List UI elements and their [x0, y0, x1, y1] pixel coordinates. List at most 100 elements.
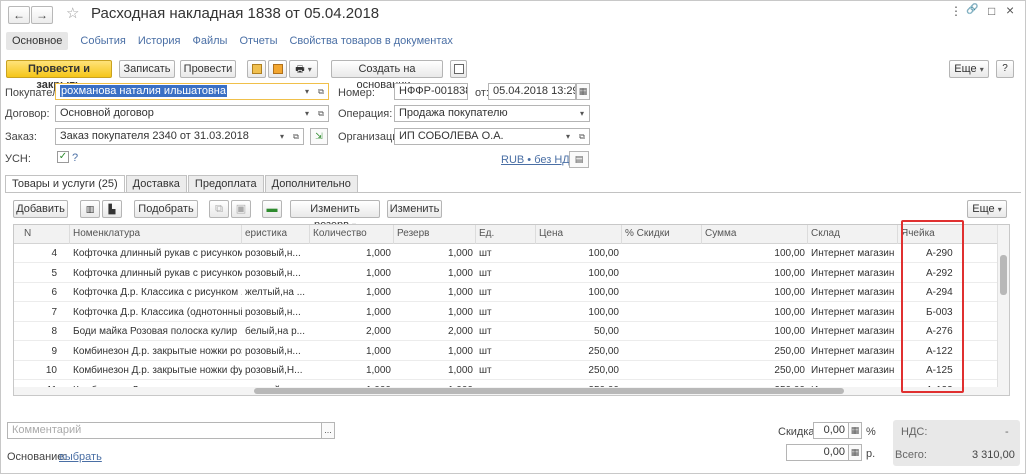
dropdown-icon[interactable]: ▾	[561, 129, 575, 144]
col-reserve[interactable]: Резерв	[394, 225, 476, 244]
usn-help-icon[interactable]: ?	[72, 152, 78, 164]
table-row[interactable]: 10 Комбинезон Д.р. закрытые ножки фу... ро…	[14, 361, 999, 380]
dropdown-icon[interactable]: ▾	[575, 106, 589, 121]
help-button[interactable]: ?	[996, 60, 1014, 78]
horizontal-scrollbar[interactable]	[14, 387, 999, 395]
cell-discount	[622, 342, 702, 361]
col-price[interactable]: Цена	[536, 225, 622, 244]
comment-expand-button[interactable]: ...	[321, 422, 335, 439]
arrow-left-icon: ←	[13, 8, 25, 22]
col-quantity[interactable]: Количество	[310, 225, 394, 244]
change-button[interactable]: Изменить	[387, 200, 442, 218]
more-button[interactable]: Еще ▾	[949, 60, 989, 78]
save-button[interactable]: Записать	[119, 60, 175, 78]
currency-settings-button[interactable]: ▤	[569, 151, 589, 168]
operation-field[interactable]: Продажа покупателю ▾	[394, 105, 590, 122]
open-icon[interactable]: ⧉	[289, 129, 303, 144]
cell-nomenclature: Кофточка длинный рукав с рисунком...	[73, 248, 242, 259]
tab-goods-services[interactable]: Товары и услуги (25)	[5, 175, 125, 193]
order-field[interactable]: Заказ покупателя 2340 от 31.03.2018 ▾ ⧉	[55, 128, 304, 145]
basis-link[interactable]: выбрать	[59, 451, 102, 463]
comment-field[interactable]: Комментарий	[7, 422, 323, 439]
cell-quantity: 2,000	[365, 326, 391, 337]
number-field[interactable]: НФФР-001838	[394, 83, 468, 100]
paste-rows-button[interactable]: ▣	[231, 200, 251, 218]
pick-button[interactable]: Подобрать	[134, 200, 198, 218]
close-icon[interactable]: ×	[1006, 2, 1014, 18]
mail-button[interactable]	[268, 60, 287, 78]
nav-history[interactable]: История	[138, 35, 181, 47]
open-icon[interactable]: ⧉	[314, 106, 328, 121]
tab-additional[interactable]: Дополнительно	[264, 175, 358, 192]
add-button[interactable]: Добавить	[13, 200, 68, 218]
open-icon[interactable]: ⧉	[314, 84, 328, 99]
discount-amount-field[interactable]: 0,00	[786, 444, 849, 461]
cell-nomenclature: Кофточка длинный рукав с рисунком...	[73, 267, 242, 279]
dropdown-icon[interactable]: ▾	[300, 106, 314, 121]
date-field[interactable]: 05.04.2018 13:29:25	[488, 83, 576, 100]
nav-events[interactable]: События	[80, 35, 125, 47]
cell-sum: 250,00	[774, 365, 805, 376]
dropdown-icon[interactable]: ▾	[275, 129, 289, 144]
table-row[interactable]: 7 Кофточка Д.р. Классика (однотонный... ро…	[14, 303, 999, 322]
discount-calc-button[interactable]: ▦	[848, 422, 862, 439]
nav-files[interactable]: Файлы	[193, 35, 228, 47]
currency-link[interactable]: RUB • без НДС	[501, 154, 578, 166]
col-discount[interactable]: % Скидки	[622, 225, 702, 244]
contract-field[interactable]: Основной договор ▾ ⧉	[55, 105, 329, 122]
post-button[interactable]: Провести	[180, 60, 236, 78]
nav-product-properties[interactable]: Свойства товаров в документах	[289, 35, 452, 47]
menu-icon[interactable]: ⋮	[950, 4, 962, 18]
cell-unit: шт	[479, 267, 492, 279]
col-characteristic[interactable]: еристика	[242, 225, 310, 244]
col-unit[interactable]: Ед.	[476, 225, 536, 244]
back-button[interactable]: ←	[8, 6, 30, 24]
printer-button[interactable]: 🖶 ▾	[289, 60, 318, 78]
tab-delivery[interactable]: Доставка	[125, 175, 187, 192]
number-label: Номер:	[338, 87, 375, 99]
load-button[interactable]: ▬	[262, 200, 282, 218]
cell-warehouse: Интернет магазин	[811, 345, 895, 357]
vertical-scrollbar[interactable]	[997, 225, 1009, 395]
forward-button[interactable]: →	[31, 6, 53, 24]
table-row[interactable]: 9 Комбинезон Д.р. закрытые ножки роз... ро…	[14, 342, 999, 361]
amount-calc-button[interactable]: ▦	[848, 444, 862, 461]
nav-reports[interactable]: Отчеты	[239, 35, 277, 47]
table-row[interactable]: 8 Боди майка Розовая полоска кулир белый,н…	[14, 322, 999, 341]
data-collection-button[interactable]: ▙	[102, 200, 122, 218]
scan-button[interactable]: ▥	[80, 200, 100, 218]
open-icon[interactable]: ⧉	[575, 129, 589, 144]
nav-main[interactable]: Основное	[6, 32, 69, 50]
cell-unit: шт	[479, 345, 492, 357]
table-row[interactable]: 6 Кофточка Д.р. Классика с рисунком ... же…	[14, 283, 999, 302]
calendar-button[interactable]: ▦	[576, 83, 590, 100]
maximize-icon[interactable]: □	[988, 4, 995, 18]
favorite-star-icon[interactable]: ☆	[66, 4, 79, 22]
dropdown-icon[interactable]: ▾	[300, 84, 314, 99]
col-sum[interactable]: Сумма	[702, 225, 808, 244]
horizontal-scroll-thumb[interactable]	[254, 388, 844, 394]
change-reserve-button[interactable]: Изменить резерв▾	[290, 200, 380, 231]
organization-field[interactable]: ИП СОБОЛЕВА О.А. ▾ ⧉	[394, 128, 590, 145]
tab-prepayment[interactable]: Предоплата	[187, 175, 264, 192]
fill-from-order-button[interactable]: ⇲	[310, 128, 328, 145]
buyer-field[interactable]: рохманова наталия ильшатовна ▾ ⧉	[55, 83, 329, 100]
usn-checkbox[interactable]: ✓	[57, 151, 69, 163]
goods-table[interactable]: N Номенклатура еристика Количество Резер…	[13, 224, 1010, 396]
discount-percent-field[interactable]: 0,00	[813, 422, 849, 439]
structure-button[interactable]	[450, 60, 467, 78]
vertical-scroll-thumb[interactable]	[1000, 255, 1007, 295]
create-based-on-button[interactable]: Создать на основании▾	[331, 60, 443, 91]
table-row[interactable]: 5 Кофточка длинный рукав с рисунком... роз…	[14, 264, 999, 283]
calculator-icon: ▦	[850, 447, 860, 457]
link-icon[interactable]: 🔗	[966, 4, 978, 15]
col-nomenclature[interactable]: Номенклатура	[70, 225, 242, 244]
post-and-close-button[interactable]: Провести и закрыть	[6, 60, 112, 91]
col-number[interactable]: N	[14, 225, 70, 244]
cell-discount	[622, 361, 702, 380]
print-doc-button[interactable]	[247, 60, 266, 78]
col-warehouse[interactable]: Склад	[808, 225, 898, 244]
table-more-button[interactable]: Еще ▾	[967, 200, 1007, 218]
table-row[interactable]: 4 Кофточка длинный рукав с рисунком... роз…	[14, 244, 999, 263]
copy-rows-button[interactable]: ⧉	[209, 200, 229, 218]
